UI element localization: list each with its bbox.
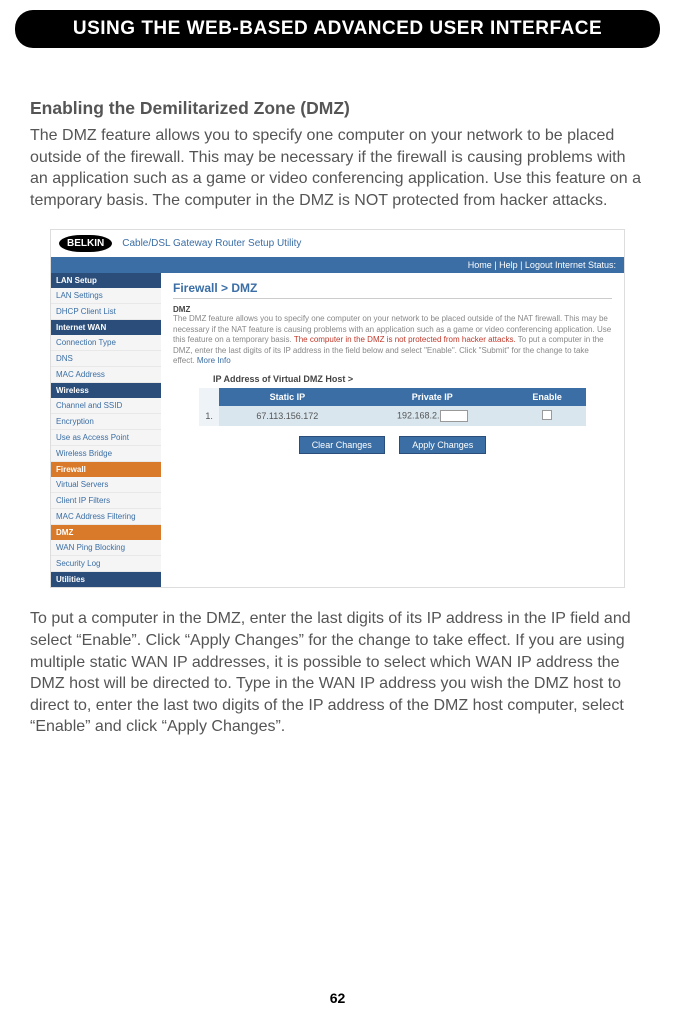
page-header-bar: USING THE WEB-BASED ADVANCED USER INTERF…	[15, 10, 660, 48]
page-number: 62	[0, 990, 675, 1006]
sidebar-item[interactable]: DHCP Client List	[51, 304, 161, 320]
sidebar-item[interactable]: LAN Settings	[51, 288, 161, 304]
table-header-row: Static IP Private IP Enable	[199, 388, 585, 406]
page-header-title: USING THE WEB-BASED ADVANCED USER INTERF…	[73, 18, 602, 39]
ss-body: LAN Setup LAN Settings DHCP Client List …	[51, 273, 624, 587]
breadcrumb: Firewall > DMZ	[173, 281, 612, 299]
sidebar-cat-wan: Internet WAN	[51, 320, 161, 335]
sidebar-item[interactable]: MAC Address Filtering	[51, 509, 161, 525]
sidebar-cat-dmz: DMZ	[51, 525, 161, 540]
navbar-links[interactable]: Home | Help | Logout Internet Status:	[468, 260, 616, 270]
sidebar-item[interactable]: Security Log	[51, 556, 161, 572]
intro-paragraph: The DMZ feature allows you to specify on…	[30, 125, 645, 211]
sidebar-item[interactable]: Use as Access Point	[51, 430, 161, 446]
dmz-label: DMZ	[173, 305, 612, 314]
ss-sidebar: LAN Setup LAN Settings DHCP Client List …	[51, 273, 161, 587]
sidebar-item[interactable]: MAC Address	[51, 367, 161, 383]
sidebar-cat-wireless: Wireless	[51, 383, 161, 398]
private-ip-input[interactable]	[440, 410, 468, 422]
more-info-link[interactable]: More Info	[197, 356, 231, 365]
button-row: Clear Changes Apply Changes	[173, 436, 612, 454]
col-static-ip: Static IP	[219, 388, 356, 406]
dmz-table: Static IP Private IP Enable 1. 67.113.15…	[199, 388, 585, 426]
sidebar-cat-firewall: Firewall	[51, 462, 161, 477]
clear-changes-button[interactable]: Clear Changes	[299, 436, 385, 454]
private-ip-prefix: 192.168.2.	[397, 411, 440, 421]
table-row: 1. 67.113.156.172 192.168.2.	[199, 406, 585, 426]
sidebar-item[interactable]: Encryption	[51, 414, 161, 430]
router-ui-screenshot: BELKIN Cable/DSL Gateway Router Setup Ut…	[50, 229, 625, 588]
page-content: Enabling the Demilitarized Zone (DMZ) Th…	[0, 48, 675, 738]
ss-main: Firewall > DMZ DMZ The DMZ feature allow…	[161, 273, 624, 587]
sidebar-item[interactable]: Channel and SSID	[51, 398, 161, 414]
enable-checkbox[interactable]	[542, 410, 552, 420]
sidebar-item[interactable]: Client IP Filters	[51, 493, 161, 509]
sidebar-cat-utilities: Utilities	[51, 572, 161, 587]
sidebar-item[interactable]: Wireless Bridge	[51, 446, 161, 462]
private-ip-cell: 192.168.2.	[356, 406, 509, 426]
dmz-description: The DMZ feature allows you to specify on…	[173, 314, 612, 366]
col-enable: Enable	[509, 388, 586, 406]
sidebar-item[interactable]: Connection Type	[51, 335, 161, 351]
enable-cell	[509, 406, 586, 426]
sidebar-item[interactable]: DNS	[51, 351, 161, 367]
apply-changes-button[interactable]: Apply Changes	[399, 436, 486, 454]
ss-topbar: BELKIN Cable/DSL Gateway Router Setup Ut…	[51, 230, 624, 257]
belkin-logo: BELKIN	[59, 235, 112, 252]
sidebar-item[interactable]: WAN Ping Blocking	[51, 540, 161, 556]
instructions-paragraph: To put a computer in the DMZ, enter the …	[30, 608, 645, 738]
utility-title: Cable/DSL Gateway Router Setup Utility	[122, 238, 301, 249]
row-number: 1.	[199, 406, 219, 426]
col-blank	[199, 388, 219, 406]
section-subheading: Enabling the Demilitarized Zone (DMZ)	[30, 98, 645, 119]
col-private-ip: Private IP	[356, 388, 509, 406]
sidebar-item[interactable]: Virtual Servers	[51, 477, 161, 493]
ip-field-label: IP Address of Virtual DMZ Host >	[213, 374, 612, 384]
desc-warning: The computer in the DMZ is not protected…	[294, 335, 518, 344]
static-ip-cell: 67.113.156.172	[219, 406, 356, 426]
sidebar-cat-lan: LAN Setup	[51, 273, 161, 288]
ss-navbar: Home | Help | Logout Internet Status:	[51, 257, 624, 273]
